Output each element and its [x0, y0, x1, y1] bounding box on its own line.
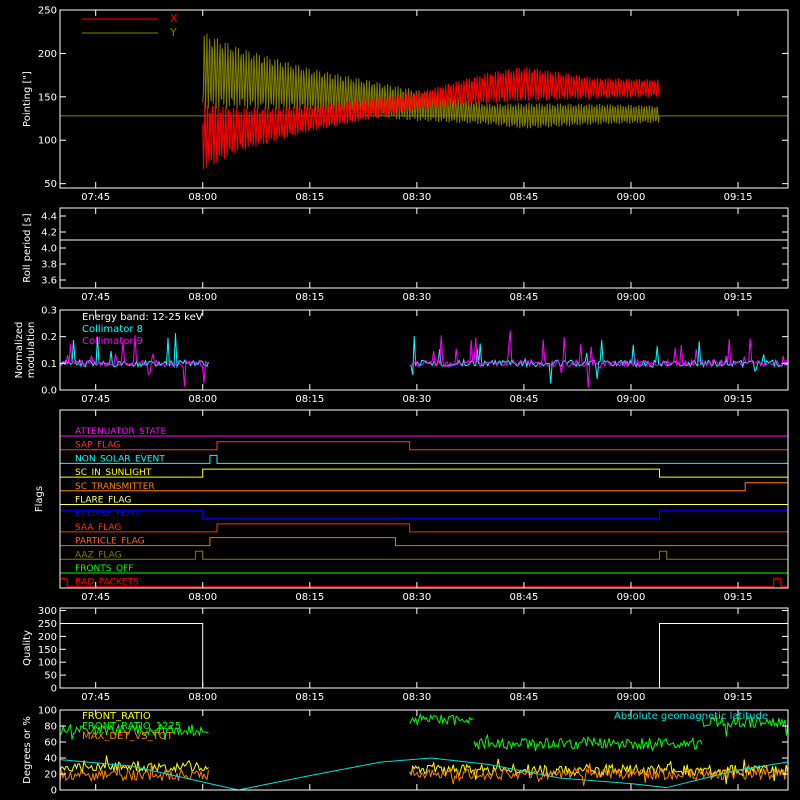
y-tick-label: 80 — [44, 722, 57, 733]
flag-label-sc-in-sunlight: SC_IN_SUNLIGHT — [75, 468, 152, 478]
y-tick-label: 150 — [38, 92, 57, 103]
modulation-ylabel-line2: modulation — [26, 322, 37, 379]
flag-label-non-solar-event: NON_SOLAR_EVENT — [75, 454, 165, 464]
y-tick-label: 0.2 — [41, 332, 57, 343]
flag-label-aaz-flag: AAZ_FLAG — [75, 550, 122, 560]
y-tick-label: 40 — [44, 754, 57, 765]
x-tick-label: 09:15 — [724, 692, 753, 703]
y-tick-label: 100 — [38, 658, 57, 669]
x-tick-label: 09:00 — [617, 692, 646, 703]
rhessi-quicklook-figure: 50100150200250 07:45 08:00 08:15 08:30 08:45… — [0, 0, 800, 800]
legend-max-det-vs-tot: MAX_DET_VS_TOT — [82, 731, 174, 742]
y-tick-label: 0.0 — [41, 386, 57, 397]
x-tick-label: 08:30 — [402, 592, 431, 603]
x-tick-label: 08:15 — [295, 692, 324, 703]
x-tick-label: 07:45 — [81, 292, 110, 303]
flag-label-bad-packets: BAD_PACKETS — [75, 578, 139, 588]
y-tick-label: 150 — [38, 645, 57, 656]
x-tick-label: 07:45 — [81, 192, 110, 203]
ratios-ylabel: Degrees or % — [22, 716, 33, 784]
x-tick-label: 07:45 — [81, 592, 110, 603]
y-tick-label: 200 — [38, 632, 57, 643]
y-tick-label: 200 — [38, 49, 57, 60]
x-tick-label: 08:30 — [402, 394, 431, 405]
modulation-annotation: Energy band: 12-25 keV — [82, 312, 203, 323]
y-tick-label: 3.6 — [41, 276, 57, 287]
quality-ylabel: Quality — [22, 630, 33, 666]
x-tick-label: 08:00 — [188, 592, 217, 603]
y-tick-label: 0.3 — [41, 306, 57, 317]
x-tick-label: 09:15 — [724, 292, 753, 303]
x-tick-label: 08:30 — [402, 292, 431, 303]
x-tick-label: 08:30 — [402, 692, 431, 703]
x-tick-label: 07:45 — [81, 692, 110, 703]
x-tick-label: 09:15 — [724, 592, 753, 603]
flag-label-saa-flag: SAA_FLAG — [75, 523, 121, 533]
x-tick-label: 09:00 — [617, 192, 646, 203]
y-tick-label: 100 — [38, 136, 57, 147]
y-tick-label: 4.2 — [41, 228, 57, 239]
x-tick-label: 08:00 — [188, 692, 217, 703]
y-tick-label: 250 — [38, 6, 57, 17]
modulation-ylabel-line1: Normalized — [14, 322, 25, 379]
legend-collimator-9: Collimator 9 — [82, 336, 143, 347]
x-tick-label: 08:00 — [188, 394, 217, 405]
flag-label-sap-flag: SAP_FLAG — [75, 441, 120, 451]
flag-label-eclipse-flag: ECLIPSE_FLAG — [75, 509, 139, 519]
y-tick-label: 50 — [44, 179, 57, 190]
y-tick-label: 0 — [51, 684, 57, 695]
pointing-ylabel: Pointing ["] — [22, 71, 33, 127]
x-tick-label: 08:15 — [295, 292, 324, 303]
x-tick-label: 08:15 — [295, 394, 324, 405]
flag-label-fronts-off: FRONTS_OFF — [75, 564, 133, 574]
x-tick-label: 08:45 — [510, 292, 539, 303]
y-tick-label: 50 — [44, 671, 57, 682]
x-tick-label: 09:15 — [724, 192, 753, 203]
flag-label-flare-flag: FLARE_FLAG — [75, 496, 131, 506]
x-tick-label: 08:15 — [295, 592, 324, 603]
y-tick-label: 300 — [38, 606, 57, 617]
x-tick-label: 09:00 — [617, 292, 646, 303]
y-tick-label: 4.0 — [41, 244, 57, 255]
y-tick-label: 3.8 — [41, 260, 57, 271]
legend-y-label: Y — [169, 26, 177, 39]
flag-label-attenuator-state: ATTENUATOR_STATE — [75, 427, 167, 437]
flags-ylabel: Flags — [34, 486, 45, 512]
roll-period-ylabel: Roll period [s] — [22, 213, 33, 282]
x-tick-label: 08:45 — [510, 592, 539, 603]
x-tick-label: 08:15 — [295, 192, 324, 203]
y-tick-label: 20 — [44, 770, 57, 781]
y-tick-label: 4.4 — [41, 212, 57, 223]
flag-label-particle-flag: PARTICLE_FLAG — [75, 537, 145, 547]
x-tick-label: 08:45 — [510, 692, 539, 703]
x-tick-label: 09:00 — [617, 394, 646, 405]
y-tick-label: 0.1 — [41, 359, 57, 370]
y-tick-label: 0 — [51, 786, 57, 797]
y-tick-label: 250 — [38, 619, 57, 630]
x-tick-label: 09:00 — [617, 592, 646, 603]
x-tick-label: 08:00 — [188, 192, 217, 203]
legend-x-label: X — [170, 12, 178, 25]
x-tick-label: 08:30 — [402, 192, 431, 203]
legend-geomagnetic-latitude: Absolute geomagnetic latitude — [614, 711, 768, 722]
y-tick-label: 60 — [44, 738, 57, 749]
x-tick-label: 08:00 — [188, 292, 217, 303]
y-tick-label: 100 — [38, 706, 57, 717]
x-tick-label: 08:45 — [510, 192, 539, 203]
legend-collimator-8: Collimator 8 — [82, 324, 143, 335]
x-tick-label: 07:45 — [81, 394, 110, 405]
x-tick-label: 09:15 — [724, 394, 753, 405]
x-tick-label: 08:45 — [510, 394, 539, 405]
flag-label-sc-transmitter: SC_TRANSMITTER — [75, 482, 155, 492]
